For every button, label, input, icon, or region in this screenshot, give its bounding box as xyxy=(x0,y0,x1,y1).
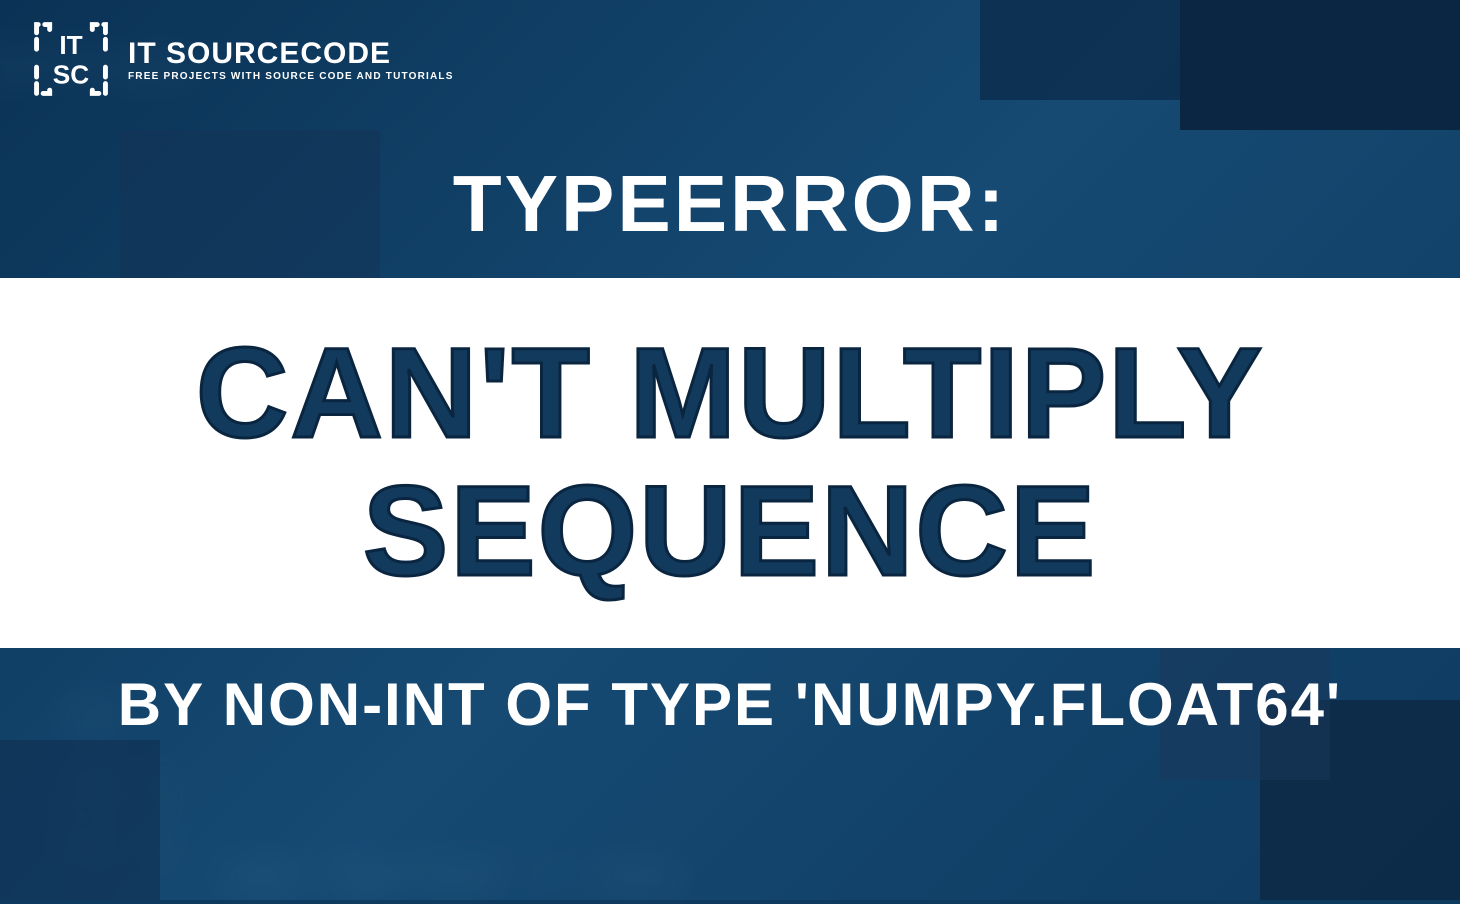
brand-subtitle: FREE PROJECTS WITH SOURCE CODE AND TUTOR… xyxy=(128,71,454,82)
headline-band: CAN'T MULTIPLY SEQUENCE xyxy=(0,278,1460,648)
decorative-square xyxy=(1180,0,1460,130)
svg-text:SC: SC xyxy=(53,60,89,90)
brand-title: IT SOURCECODE xyxy=(128,37,454,71)
headline-line1: TYPEERROR: xyxy=(0,158,1460,250)
brand-text: IT SOURCECODE FREE PROJECTS WITH SOURCE … xyxy=(128,37,454,82)
brand-logo: IT SC IT SOURCECODE FREE PROJECTS WITH S… xyxy=(30,18,454,100)
headline-line3: BY NON-INT OF TYPE 'NUMPY.FLOAT64' xyxy=(0,670,1460,739)
decorative-square xyxy=(980,0,1180,100)
headline-line2a: CAN'T MULTIPLY xyxy=(196,325,1264,463)
brand-icon: IT SC xyxy=(30,18,112,100)
svg-text:IT: IT xyxy=(59,30,82,60)
decorative-square xyxy=(0,740,160,900)
bg-code-line: var marker = new xyxy=(220,850,681,904)
headline-line2b: SEQUENCE xyxy=(363,463,1097,601)
